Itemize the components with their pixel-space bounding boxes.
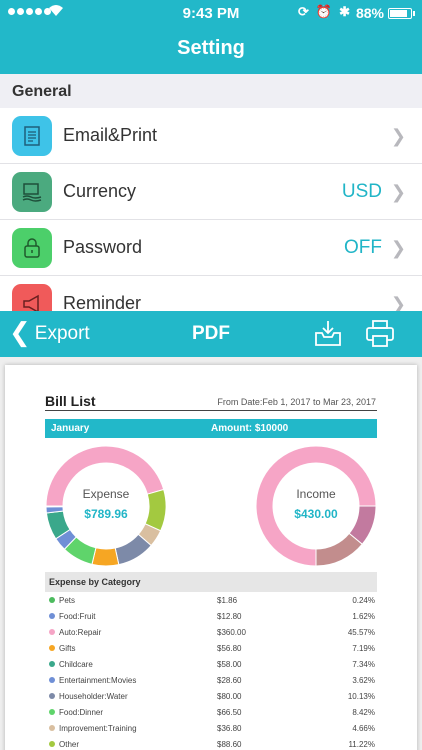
back-button[interactable]: ❮ Export — [9, 319, 90, 349]
category-row: Entertainment:Movies $28.60 3.62% — [45, 673, 377, 689]
settings-row-label: Currency — [63, 181, 137, 201]
bill-list-title: Bill List — [45, 393, 96, 409]
category-name: Improvement:Training — [59, 724, 137, 733]
category-row: Householder:Water $80.00 10.13% — [45, 689, 377, 705]
category-color-dot — [49, 725, 55, 731]
category-color-dot — [49, 629, 55, 635]
category-amount: $88.60 — [217, 740, 242, 749]
settings-row-email-print[interactable]: Email&Print ❯ — [0, 108, 422, 164]
export-toolbar: ❮ Export PDF — [0, 311, 422, 357]
date-range: From Date:Feb 1, 2017 to Mar 23, 2017 — [217, 397, 376, 407]
category-row: Food:Dinner $66.50 8.42% — [45, 705, 377, 721]
expense-donut-chart: Expense $789.96 — [45, 445, 167, 567]
category-color-dot — [49, 597, 55, 603]
printer-icon — [366, 320, 394, 347]
category-row: Improvement:Training $36.80 4.66% — [45, 721, 377, 737]
income-donut-chart: Income $430.00 — [255, 445, 377, 567]
status-bar: 9:43 PM ⟳ ⏰ ✱ 88% — [0, 0, 422, 26]
category-name: Other — [59, 740, 80, 749]
settings-row-value: OFF — [344, 237, 382, 258]
currency-icon — [12, 172, 52, 212]
category-row: Gifts $56.80 7.19% — [45, 641, 377, 657]
category-color-dot — [49, 661, 55, 667]
category-percent: 1.62% — [352, 612, 375, 621]
divider — [45, 410, 377, 411]
inbox-download-button[interactable] — [312, 319, 344, 349]
print-button[interactable] — [364, 319, 396, 349]
category-percent: 0.24% — [352, 596, 375, 605]
chevron-right-icon: ❯ — [390, 238, 406, 259]
battery-percent: 88% — [355, 5, 384, 21]
category-amount: $36.80 — [217, 724, 242, 733]
inbox-download-icon — [315, 321, 341, 346]
expense-value: $789.96 — [84, 507, 128, 521]
month-amount: Amount: $10000 — [211, 423, 289, 434]
lock-icon — [12, 228, 52, 268]
category-name: Pets — [59, 596, 76, 605]
income-label: Income — [296, 487, 336, 501]
category-percent: 45.57% — [347, 628, 375, 637]
category-percent: 8.42% — [352, 708, 375, 717]
month-summary-bar: January Amount: $10000 — [45, 419, 377, 438]
category-name: Food:Dinner — [59, 708, 104, 717]
app-screen: 9:43 PM ⟳ ⏰ ✱ 88% Setting General Email&… — [0, 0, 422, 750]
bluetooth-icon: ✱ — [339, 4, 350, 19]
settings-row-label: Email&Print — [63, 125, 158, 145]
page-title: Setting — [177, 37, 245, 59]
category-color-dot — [49, 741, 55, 747]
category-amount: $1.86 — [217, 596, 238, 605]
category-amount: $66.50 — [217, 708, 242, 717]
nav-bar: 9:43 PM ⟳ ⏰ ✱ 88% Setting — [0, 0, 422, 74]
category-table-header: Expense by Category — [45, 572, 377, 592]
category-color-dot — [49, 709, 55, 715]
category-name: Food:Fruit — [59, 612, 96, 621]
chevron-right-icon: ❯ — [390, 126, 406, 147]
income-value: $430.00 — [294, 507, 338, 521]
donut-slice — [315, 532, 363, 567]
category-percent: 3.62% — [352, 676, 375, 685]
category-percent: 11.22% — [348, 740, 375, 749]
category-percent: 4.66% — [352, 724, 375, 733]
category-color-dot — [49, 693, 55, 699]
pdf-page: Bill List From Date:Feb 1, 2017 to Mar 2… — [5, 365, 417, 750]
category-percent: 10.13% — [347, 692, 375, 701]
category-row: Food:Fruit $12.80 1.62% — [45, 609, 377, 625]
donut-slice — [91, 547, 120, 567]
rotation-lock-icon: ⟳ — [298, 4, 309, 19]
category-amount: $80.00 — [217, 692, 242, 701]
category-row: Auto:Repair $360.00 45.57% — [45, 625, 377, 641]
settings-row-password[interactable]: Password OFF ❯ — [0, 220, 422, 276]
pdf-preview: Bill List From Date:Feb 1, 2017 to Mar 2… — [0, 357, 422, 750]
back-button-label: Export — [34, 323, 90, 344]
category-row: Other $88.60 11.22% — [45, 737, 377, 750]
category-name: Gifts — [59, 644, 76, 653]
settings-row-label: Password — [63, 237, 143, 257]
category-percent: 7.19% — [352, 644, 375, 653]
section-header-general: General — [0, 74, 422, 108]
settings-row-currency[interactable]: Currency USD ❯ — [0, 164, 422, 220]
category-percent: 7.34% — [352, 660, 375, 669]
category-amount: $28.60 — [217, 676, 242, 685]
settings-row-value: USD — [341, 181, 382, 202]
chevron-right-icon: ❯ — [390, 182, 406, 203]
category-name: Entertainment:Movies — [59, 676, 137, 685]
email-print-icon — [12, 116, 52, 156]
battery-icon — [388, 8, 415, 19]
category-name: Auto:Repair — [59, 628, 102, 637]
category-color-dot — [49, 613, 55, 619]
category-color-dot — [49, 645, 55, 651]
expense-label: Expense — [82, 487, 130, 501]
category-amount: $58.00 — [217, 660, 242, 669]
category-color-dot — [49, 677, 55, 683]
category-row: Childcare $58.00 7.34% — [45, 657, 377, 673]
category-amount: $12.80 — [217, 612, 242, 621]
category-amount: $360.00 — [217, 628, 246, 637]
month-label: January — [51, 423, 90, 434]
category-name: Childcare — [59, 660, 93, 669]
category-amount: $56.80 — [217, 644, 242, 653]
chevron-left-icon: ❮ — [9, 317, 31, 348]
category-row: Pets $1.86 0.24% — [45, 593, 377, 609]
category-name: Householder:Water — [59, 692, 128, 701]
alarm-icon: ⏰ — [315, 4, 333, 19]
